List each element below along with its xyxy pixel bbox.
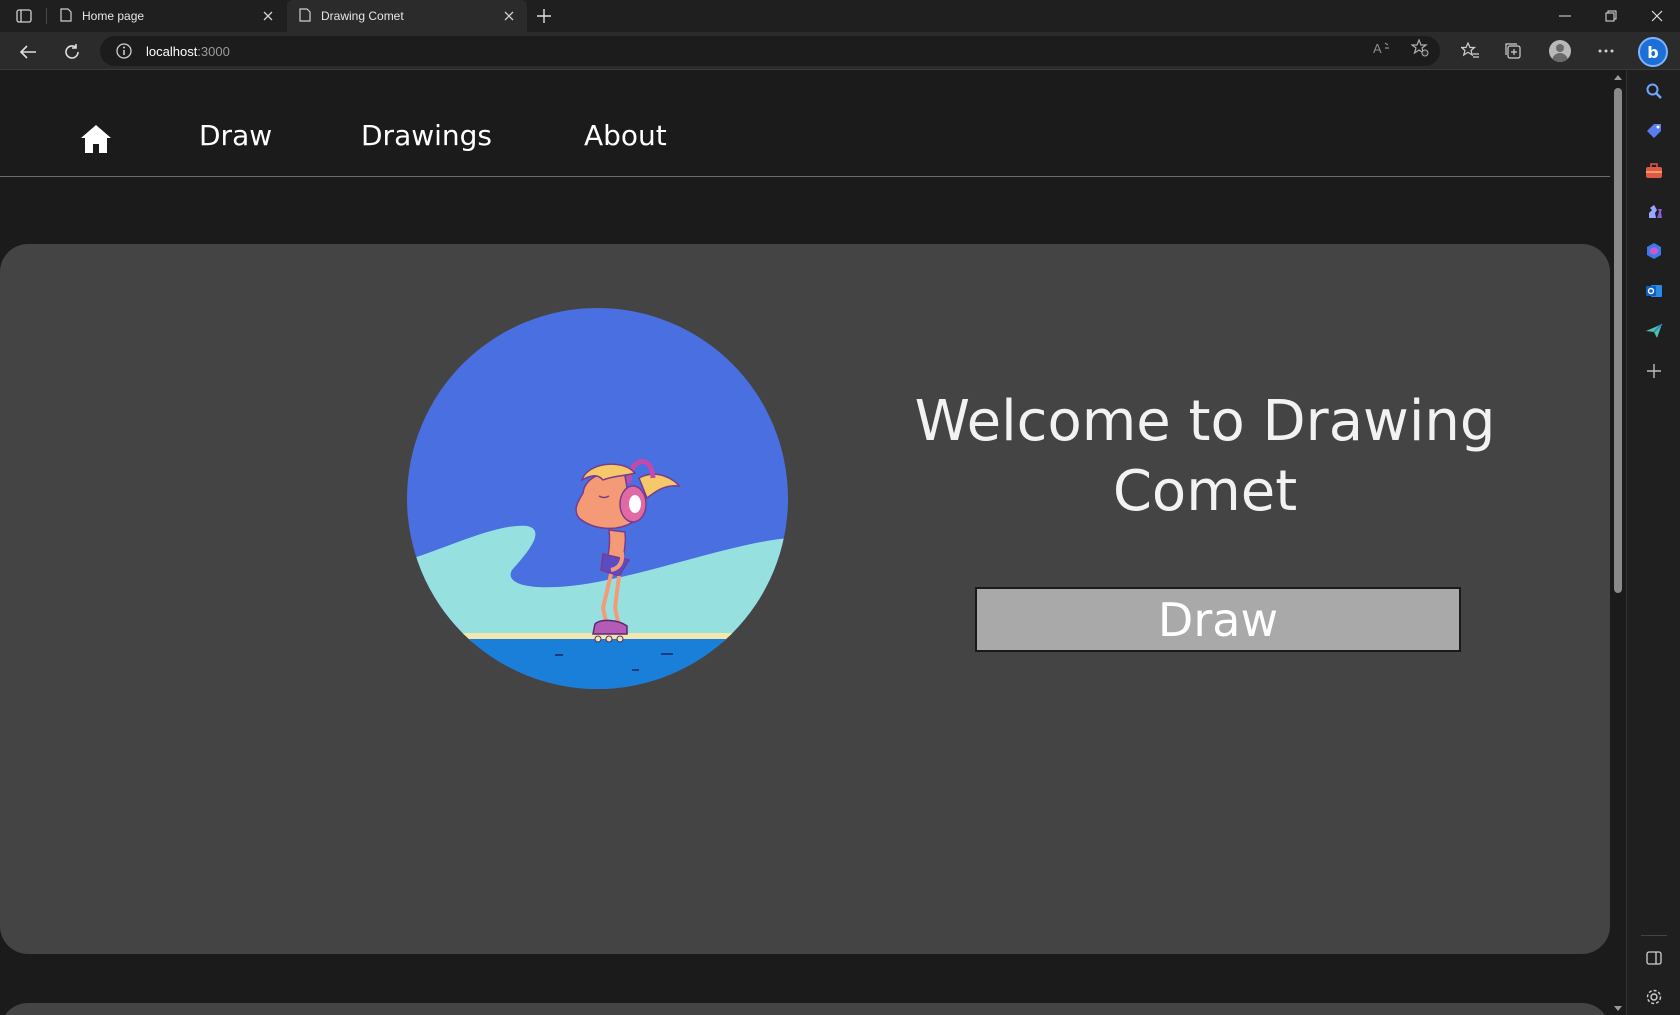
add-icon[interactable] [1644,361,1664,381]
page-scrollbar[interactable] [1610,70,1626,1015]
profile-avatar[interactable] [1549,40,1571,62]
restore-icon[interactable] [1588,0,1634,32]
tab-title: Drawing Comet [321,9,404,23]
address-bar[interactable]: localhost:3000 [100,36,1440,66]
close-icon[interactable] [501,8,517,24]
tab-title: Home page [82,9,145,23]
hero-title: Welcome to Drawing Comet [914,389,1496,524]
read-aloud-icon[interactable]: A [1373,39,1391,57]
page-icon [60,7,72,25]
nav-link-draw[interactable]: Draw [199,119,272,152]
url-port: :3000 [197,43,230,59]
info-icon[interactable] [116,43,132,59]
m365-icon[interactable] [1644,241,1664,261]
site-navigation: Draw Drawings About [0,70,1610,177]
browser-toolbar: localhost:3000 A [0,32,1680,70]
edge-sidebar [1626,70,1680,1015]
search-icon[interactable] [1644,81,1664,101]
new-tab-icon[interactable] [533,5,555,27]
settings-icon[interactable] [1644,987,1664,1007]
copilot-icon[interactable]: b [1638,37,1668,67]
close-window-icon[interactable] [1634,0,1680,32]
svg-text:A: A [1373,41,1382,56]
nav-link-drawings[interactable]: Drawings [361,119,492,152]
hero-card: Welcome to Drawing Comet Draw [0,244,1610,954]
tab-home-page[interactable]: Home page [48,0,286,32]
collections-icon[interactable] [1500,38,1526,64]
browser-tab-bar: Home page Drawing Comet [0,0,1680,32]
scroll-up-arrow[interactable] [1614,75,1622,80]
tab-actions-icon[interactable] [12,6,36,26]
more-options-icon[interactable] [1593,38,1619,64]
back-icon[interactable] [15,39,41,65]
briefcase-icon[interactable] [1644,161,1664,181]
favorites-icon[interactable] [1457,38,1483,64]
send-icon[interactable] [1644,321,1664,341]
page-icon [299,7,311,25]
close-icon[interactable] [260,8,276,24]
web-page: Draw Drawings About Welcome to Drawing C… [0,70,1610,1015]
sidebar-toggle-icon[interactable] [1644,948,1664,968]
add-favorite-icon[interactable] [1411,39,1429,57]
roller-skater-illustration [407,308,788,689]
chess-icon[interactable] [1644,201,1664,221]
scroll-down-arrow[interactable] [1614,1006,1622,1011]
next-section-card [0,1003,1610,1015]
url-host: localhost [146,43,198,59]
scroll-thumb[interactable] [1614,88,1622,593]
nav-link-about[interactable]: About [584,119,667,152]
outlook-icon[interactable] [1644,281,1664,301]
tab-separator [46,8,47,24]
refresh-icon[interactable] [59,39,85,65]
draw-button[interactable]: Draw [975,587,1461,652]
sidebar-divider [1641,935,1667,936]
minimize-icon[interactable] [1542,0,1588,32]
tab-drawing-comet[interactable]: Drawing Comet [287,0,527,32]
tag-icon[interactable] [1644,121,1664,141]
home-icon[interactable] [79,123,113,155]
